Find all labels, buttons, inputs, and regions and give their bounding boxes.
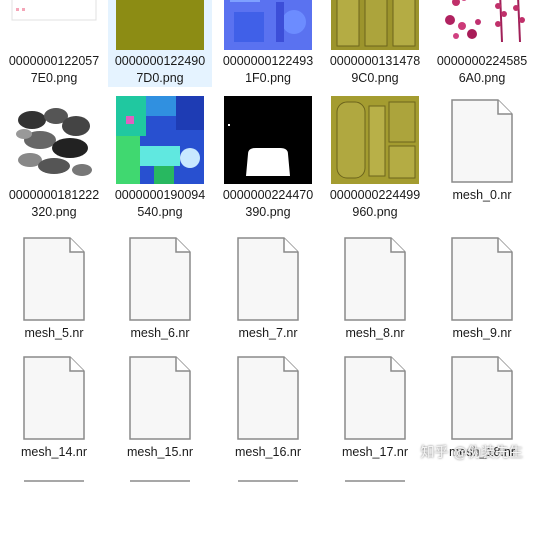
file-icon bbox=[331, 470, 419, 558]
file-item-png[interactable]: 0000000181222 320.png bbox=[2, 96, 106, 221]
file-item-nr[interactable]: mesh_9.nr bbox=[430, 234, 534, 342]
file-icon bbox=[331, 353, 419, 441]
file-item-partial[interactable] bbox=[323, 470, 427, 558]
image-thumbnail bbox=[224, 96, 312, 184]
file-name: mesh_7.nr bbox=[238, 326, 298, 340]
file-icon bbox=[438, 96, 526, 184]
file-item-nr[interactable]: mesh_14.nr bbox=[2, 353, 106, 461]
image-thumbnail bbox=[331, 0, 419, 50]
file-item-nr[interactable]: mesh_17.nr bbox=[323, 353, 427, 461]
file-item-png[interactable]: 0000000122493 1F0.png bbox=[216, 0, 320, 87]
file-icon bbox=[438, 353, 526, 441]
file-name: mesh_15.nr bbox=[126, 445, 193, 459]
file-item-partial[interactable] bbox=[2, 470, 106, 558]
image-thumbnail bbox=[116, 96, 204, 184]
file-name: mesh_5.nr bbox=[24, 326, 84, 340]
file-item-png[interactable]: 0000000131478 9C0.png bbox=[323, 0, 427, 87]
file-name: 0000000122493 1F0.png bbox=[222, 54, 314, 85]
image-thumbnail bbox=[10, 0, 98, 50]
file-item-png[interactable]: 0000000190094 540.png bbox=[108, 96, 212, 221]
file-icon bbox=[116, 353, 204, 441]
file-icon bbox=[224, 470, 312, 558]
watermark: 知乎 @伪装先生 bbox=[420, 445, 523, 461]
file-item-nr[interactable]: mesh_6.nr bbox=[108, 234, 212, 342]
file-item-nr[interactable]: mesh_0.nr bbox=[430, 96, 534, 204]
file-item-partial[interactable] bbox=[108, 470, 212, 558]
file-name: mesh_8.nr bbox=[345, 326, 405, 340]
file-name: 0000000224470 390.png bbox=[222, 188, 314, 219]
file-icon bbox=[331, 234, 419, 322]
file-name: mesh_14.nr bbox=[20, 445, 87, 459]
file-item-nr[interactable]: mesh_16.nr bbox=[216, 353, 320, 461]
file-item-png[interactable]: 0000000224585 6A0.png bbox=[430, 0, 534, 87]
file-item-png[interactable]: 0000000122490 7D0.png bbox=[108, 0, 212, 87]
file-name: mesh_9.nr bbox=[452, 326, 512, 340]
file-icon bbox=[224, 353, 312, 441]
file-name: mesh_0.nr bbox=[452, 188, 512, 202]
file-name: 0000000181222 320.png bbox=[8, 188, 100, 219]
image-thumbnail bbox=[224, 0, 312, 50]
file-item-nr[interactable]: mesh_15.nr bbox=[108, 353, 212, 461]
file-icon bbox=[10, 353, 98, 441]
file-name: mesh_17.nr bbox=[341, 445, 408, 459]
file-icon bbox=[116, 470, 204, 558]
file-icon bbox=[116, 234, 204, 322]
file-item-png[interactable]: 0000000122057 7E0.png bbox=[2, 0, 106, 87]
file-item-nr[interactable]: mesh_8.nr bbox=[323, 234, 427, 342]
file-item-nr[interactable]: mesh_7.nr bbox=[216, 234, 320, 342]
file-icon bbox=[438, 234, 526, 322]
file-name: 0000000122057 7E0.png bbox=[8, 54, 100, 85]
image-thumbnail bbox=[116, 0, 204, 50]
file-item-png[interactable]: 0000000224470 390.png bbox=[216, 96, 320, 221]
image-thumbnail bbox=[10, 96, 98, 184]
file-name: 0000000224585 6A0.png bbox=[436, 54, 528, 85]
image-thumbnail bbox=[438, 0, 526, 50]
file-item-nr[interactable]: mesh_5.nr bbox=[2, 234, 106, 342]
file-name: 0000000224499 960.png bbox=[329, 188, 421, 219]
file-icon bbox=[10, 234, 98, 322]
file-name: 0000000131478 9C0.png bbox=[329, 54, 421, 85]
file-icon bbox=[10, 470, 98, 558]
file-icon bbox=[224, 234, 312, 322]
file-name: mesh_16.nr bbox=[234, 445, 301, 459]
file-name: mesh_6.nr bbox=[130, 326, 190, 340]
file-item-partial[interactable] bbox=[216, 470, 320, 558]
file-name: 0000000190094 540.png bbox=[114, 188, 206, 219]
file-name: 0000000122490 7D0.png bbox=[114, 54, 206, 85]
image-thumbnail bbox=[331, 96, 419, 184]
file-item-png[interactable]: 0000000224499 960.png bbox=[323, 96, 427, 221]
